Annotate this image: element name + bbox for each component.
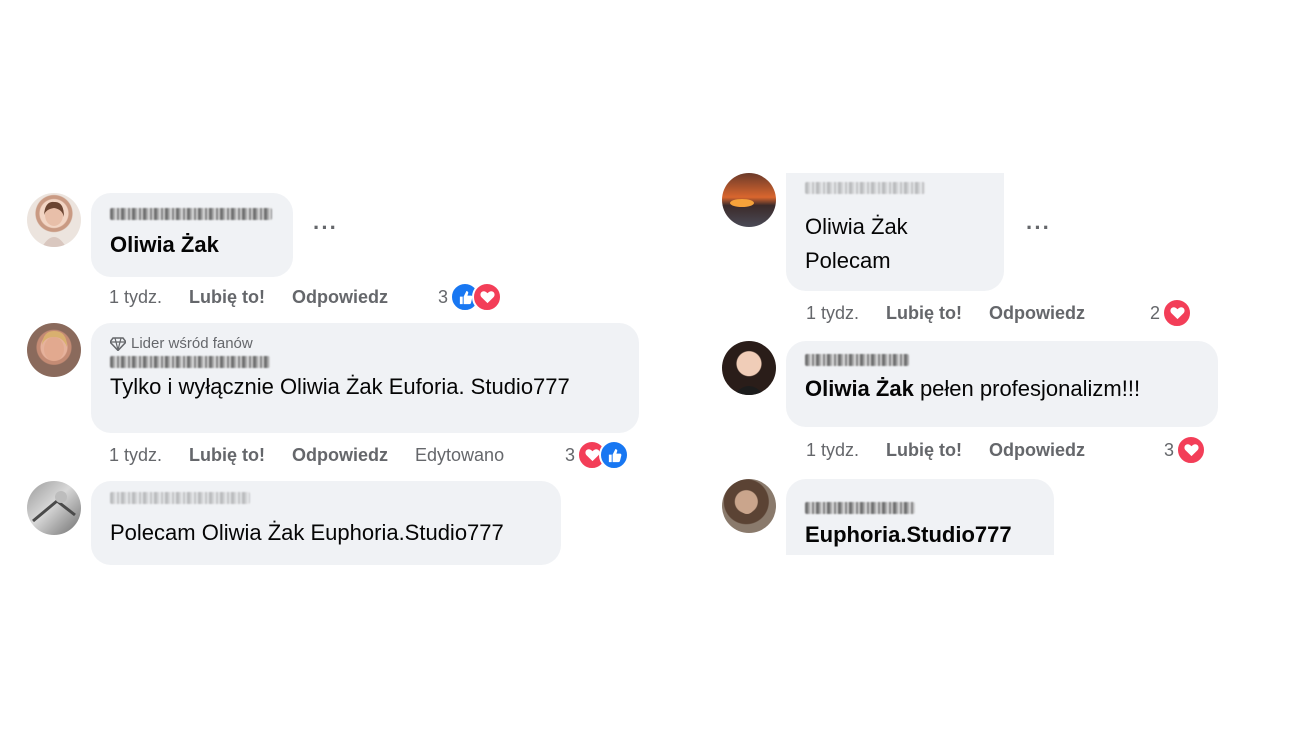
- reaction-summary[interactable]: 2: [1150, 298, 1193, 328]
- comment-actions: 1 tydz. Lubię to! Odpowiedz Edytowano: [109, 445, 531, 466]
- author-name-redacted[interactable]: [805, 182, 925, 194]
- avatar[interactable]: [27, 323, 81, 377]
- comment-bubble: Euphoria.Studio777: [786, 479, 1054, 555]
- reaction-count: 3: [1164, 439, 1175, 460]
- comment-item: Oliwia Żak Polecam ··· 1 tydz. Lubię to!…: [722, 173, 1202, 333]
- comment-item: Euphoria.Studio777: [722, 479, 1082, 555]
- comment-bubble: Oliwia Żak: [91, 193, 293, 277]
- reaction-summary[interactable]: 3: [1164, 435, 1207, 465]
- timestamp[interactable]: 1 tydz.: [109, 287, 162, 308]
- mention-tag[interactable]: Euphoria.Studio777: [805, 522, 1012, 547]
- like-icon: [599, 440, 630, 470]
- comment-bubble: Oliwia Żak Polecam: [786, 173, 1004, 291]
- reply-button[interactable]: Odpowiedz: [989, 303, 1085, 324]
- reaction-summary[interactable]: 3: [438, 282, 503, 312]
- timestamp[interactable]: 1 tydz.: [109, 445, 162, 466]
- love-icon: [1176, 435, 1207, 465]
- reply-button[interactable]: Odpowiedz: [989, 440, 1085, 461]
- timestamp[interactable]: 1 tydz.: [806, 303, 859, 324]
- avatar[interactable]: [722, 479, 776, 533]
- avatar[interactable]: [27, 481, 81, 535]
- comment-item: Polecam Oliwia Żak Euphoria.Studio777: [27, 481, 587, 571]
- comment-text: Polecam Oliwia Żak Euphoria.Studio777: [110, 520, 504, 545]
- like-button[interactable]: Lubię to!: [189, 445, 265, 466]
- comment-actions: 1 tydz. Lubię to! Odpowiedz: [109, 287, 415, 308]
- comment-text: Tylko i wyłącznie Oliwia Żak Euforia. St…: [110, 374, 570, 399]
- comment-text: Oliwia Żak pełen profesjonalizm!!!: [805, 376, 1141, 401]
- reaction-summary[interactable]: 3: [565, 440, 630, 470]
- comment-bubble: Oliwia Żak pełen profesjonalizm!!!: [786, 341, 1218, 427]
- comment-text: Oliwia Żak: [110, 232, 219, 257]
- reply-button[interactable]: Odpowiedz: [292, 287, 388, 308]
- love-icon: [472, 282, 503, 312]
- comment-item: Oliwia Żak pełen profesjonalizm!!! 1 tyd…: [722, 341, 1222, 471]
- author-name-redacted[interactable]: [110, 208, 272, 220]
- author-name-redacted[interactable]: [110, 356, 270, 368]
- more-options-icon[interactable]: ···: [1026, 215, 1051, 241]
- fan-badge[interactable]: Lider wśród fanów: [110, 335, 620, 352]
- mention-tag[interactable]: Oliwia Żak: [805, 376, 914, 401]
- more-options-icon[interactable]: ···: [313, 215, 338, 241]
- like-button[interactable]: Lubię to!: [886, 303, 962, 324]
- like-button[interactable]: Lubię to!: [886, 440, 962, 461]
- avatar[interactable]: [27, 193, 81, 247]
- author-name-redacted[interactable]: [805, 502, 915, 514]
- edited-label: Edytowano: [415, 445, 505, 465]
- reply-button[interactable]: Odpowiedz: [292, 445, 388, 466]
- comment-text: Euphoria.Studio777: [805, 518, 1035, 552]
- comment-bubble: Polecam Oliwia Żak Euphoria.Studio777: [91, 481, 561, 565]
- comment-bubble: Lider wśród fanów Tylko i wyłącznie Oliw…: [91, 323, 639, 433]
- comment-line-tag[interactable]: Oliwia Żak: [805, 210, 985, 244]
- avatar[interactable]: [722, 173, 776, 227]
- author-name-redacted[interactable]: [110, 492, 250, 504]
- love-icon: [1162, 298, 1193, 328]
- reaction-count: 3: [565, 444, 576, 465]
- comment-text: Oliwia Żak Polecam: [805, 210, 985, 278]
- gem-icon: [110, 336, 126, 351]
- comment-actions: 1 tydz. Lubię to! Odpowiedz: [806, 440, 1112, 461]
- comment-actions: 1 tydz. Lubię to! Odpowiedz: [806, 303, 1112, 324]
- badge-label: Lider wśród fanów: [131, 335, 253, 352]
- author-name-redacted[interactable]: [805, 354, 909, 366]
- comment-line-text: Polecam: [805, 248, 891, 273]
- like-button[interactable]: Lubię to!: [189, 287, 265, 308]
- reaction-count: 3: [438, 286, 449, 307]
- timestamp[interactable]: 1 tydz.: [806, 440, 859, 461]
- comment-item: Lider wśród fanów Tylko i wyłącznie Oliw…: [27, 323, 647, 470]
- avatar[interactable]: [722, 341, 776, 395]
- comment-item: Oliwia Żak ··· 1 tydz. Lubię to! Odpowie…: [27, 193, 503, 313]
- reaction-count: 2: [1150, 302, 1161, 323]
